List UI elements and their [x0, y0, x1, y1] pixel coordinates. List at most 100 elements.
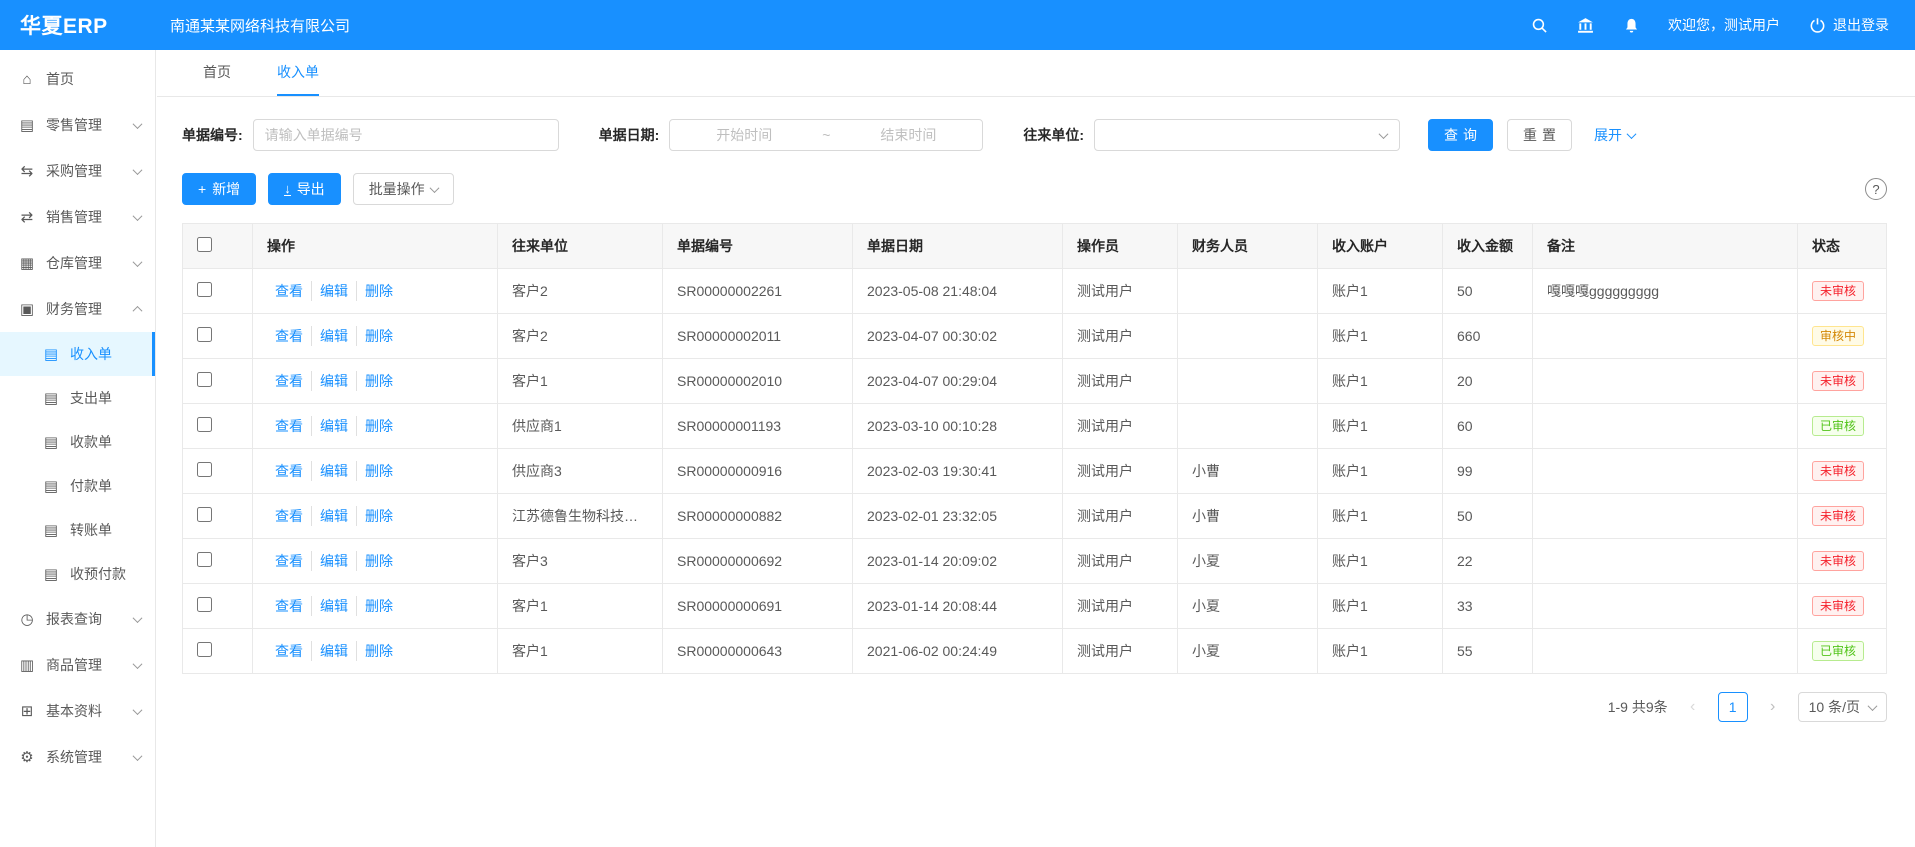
tab-home[interactable]: 首页: [203, 50, 231, 96]
row-checkbox[interactable]: [197, 462, 212, 477]
sidebar-item-reports[interactable]: ◷ 报表查询: [0, 596, 155, 642]
sidebar-item-payment-order[interactable]: ▤ 付款单: [0, 464, 155, 508]
sidebar: ⌂ 首页 ▤ 零售管理 ⇆ 采购管理 ⇄ 销售管理 ▦ 仓库管理 ▣ 财务管理 …: [0, 50, 156, 847]
col-bill-no: 单据编号: [663, 224, 853, 269]
delete-link[interactable]: 删除: [356, 326, 401, 346]
view-link[interactable]: 查看: [267, 371, 311, 391]
row-checkbox[interactable]: [197, 372, 212, 387]
bell-icon[interactable]: [1622, 16, 1640, 34]
delete-link[interactable]: 删除: [356, 461, 401, 481]
chevron-up-icon: [133, 305, 143, 315]
row-select-cell: [183, 314, 253, 359]
cell-bill-no: SR00000002010: [663, 359, 853, 404]
delete-link[interactable]: 删除: [356, 506, 401, 526]
finance-icon: ▣: [18, 300, 36, 318]
edit-link[interactable]: 编辑: [311, 416, 356, 436]
row-checkbox[interactable]: [197, 507, 212, 522]
tab-income-order[interactable]: 收入单: [277, 50, 319, 96]
view-link[interactable]: 查看: [267, 326, 311, 346]
sidebar-item-prepayment[interactable]: ▤ 收预付款: [0, 552, 155, 596]
edit-link[interactable]: 编辑: [311, 641, 356, 661]
delete-link[interactable]: 删除: [356, 371, 401, 391]
partner-select[interactable]: [1094, 119, 1400, 151]
row-checkbox[interactable]: [197, 597, 212, 612]
sidebar-item-home[interactable]: ⌂ 首页: [0, 56, 155, 102]
sidebar-item-finance[interactable]: ▣ 财务管理: [0, 286, 155, 332]
expand-link[interactable]: 展开: [1594, 125, 1635, 145]
edit-link[interactable]: 编辑: [311, 281, 356, 301]
delete-link[interactable]: 删除: [356, 641, 401, 661]
bill-no-input[interactable]: [253, 119, 559, 151]
delete-link[interactable]: 删除: [356, 551, 401, 571]
delete-link[interactable]: 删除: [356, 281, 401, 301]
view-link[interactable]: 查看: [267, 506, 311, 526]
sidebar-item-basic-data[interactable]: ⊞ 基本资料: [0, 688, 155, 734]
row-checkbox[interactable]: [197, 327, 212, 342]
delete-link[interactable]: 删除: [356, 416, 401, 436]
current-page[interactable]: 1: [1718, 692, 1748, 722]
tab-bar: 首页 收入单: [157, 50, 1915, 97]
date-end-input[interactable]: [834, 120, 982, 150]
sidebar-item-goods[interactable]: ▥ 商品管理: [0, 642, 155, 688]
edit-link[interactable]: 编辑: [311, 596, 356, 616]
view-link[interactable]: 查看: [267, 641, 311, 661]
sidebar-item-income-order[interactable]: ▤ 收入单: [0, 332, 155, 376]
view-link[interactable]: 查看: [267, 596, 311, 616]
sidebar-item-warehouse[interactable]: ▦ 仓库管理: [0, 240, 155, 286]
edit-link[interactable]: 编辑: [311, 371, 356, 391]
cell-income-amount: 50: [1443, 494, 1533, 539]
edit-link[interactable]: 编辑: [311, 506, 356, 526]
sidebar-item-system[interactable]: ⚙ 系统管理: [0, 734, 155, 780]
page-size-select[interactable]: 10 条/页: [1798, 692, 1887, 722]
sidebar-item-purchase[interactable]: ⇆ 采购管理: [0, 148, 155, 194]
prev-page-button[interactable]: ‹: [1678, 692, 1708, 722]
view-link[interactable]: 查看: [267, 416, 311, 436]
search-icon[interactable]: [1530, 16, 1548, 34]
date-range-picker[interactable]: ~: [669, 119, 983, 151]
cell-status: 已审核: [1798, 629, 1887, 674]
sidebar-item-receipt-order[interactable]: ▤ 收款单: [0, 420, 155, 464]
cell-operator: 测试用户: [1063, 449, 1178, 494]
cell-bill-no: SR00000000882: [663, 494, 853, 539]
export-button[interactable]: ↓ 导出: [268, 173, 341, 205]
add-button[interactable]: + 新增: [182, 173, 256, 205]
view-link[interactable]: 查看: [267, 281, 311, 301]
cell-income-account: 账户1: [1318, 539, 1443, 584]
help-icon[interactable]: ?: [1865, 178, 1887, 200]
pagination: 1-9 共9条 ‹ 1 › 10 条/页: [182, 692, 1887, 722]
cell-status: 未审核: [1798, 584, 1887, 629]
filter-bill-date: 单据日期: ~: [599, 119, 984, 151]
col-finance-staff: 财务人员: [1178, 224, 1318, 269]
cell-bill-no: SR00000000643: [663, 629, 853, 674]
edit-link[interactable]: 编辑: [311, 461, 356, 481]
date-start-input[interactable]: [670, 120, 818, 150]
row-select-cell: [183, 269, 253, 314]
bill-date-label: 单据日期:: [599, 125, 660, 145]
sidebar-item-retail[interactable]: ▤ 零售管理: [0, 102, 155, 148]
view-link[interactable]: 查看: [267, 551, 311, 571]
row-checkbox[interactable]: [197, 642, 212, 657]
cell-bill-date: 2023-05-08 21:48:04: [853, 269, 1063, 314]
table-row: 查看编辑删除 客户3 SR00000000692 2023-01-14 20:0…: [183, 539, 1887, 584]
reset-button[interactable]: 重置: [1507, 119, 1572, 151]
main-content: 首页 收入单 单据编号: 单据日期: ~ 往来单位: 查询 重置 展开: [157, 50, 1915, 847]
sidebar-item-expense-order[interactable]: ▤ 支出单: [0, 376, 155, 420]
row-checkbox[interactable]: [197, 417, 212, 432]
cell-bill-date: 2023-01-14 20:08:44: [853, 584, 1063, 629]
chevron-down-icon: [133, 119, 143, 129]
delete-link[interactable]: 删除: [356, 596, 401, 616]
view-link[interactable]: 查看: [267, 461, 311, 481]
search-button[interactable]: 查询: [1428, 119, 1493, 151]
next-page-button[interactable]: ›: [1758, 692, 1788, 722]
sidebar-item-sales[interactable]: ⇄ 销售管理: [0, 194, 155, 240]
row-checkbox[interactable]: [197, 282, 212, 297]
row-select-cell: [183, 584, 253, 629]
bank-icon[interactable]: [1576, 16, 1594, 34]
edit-link[interactable]: 编辑: [311, 326, 356, 346]
row-checkbox[interactable]: [197, 552, 212, 567]
sidebar-item-transfer-order[interactable]: ▤ 转账单: [0, 508, 155, 552]
logout-button[interactable]: 退出登录: [1808, 15, 1889, 35]
batch-operations-button[interactable]: 批量操作: [353, 173, 454, 205]
select-all-checkbox[interactable]: [197, 237, 212, 252]
edit-link[interactable]: 编辑: [311, 551, 356, 571]
